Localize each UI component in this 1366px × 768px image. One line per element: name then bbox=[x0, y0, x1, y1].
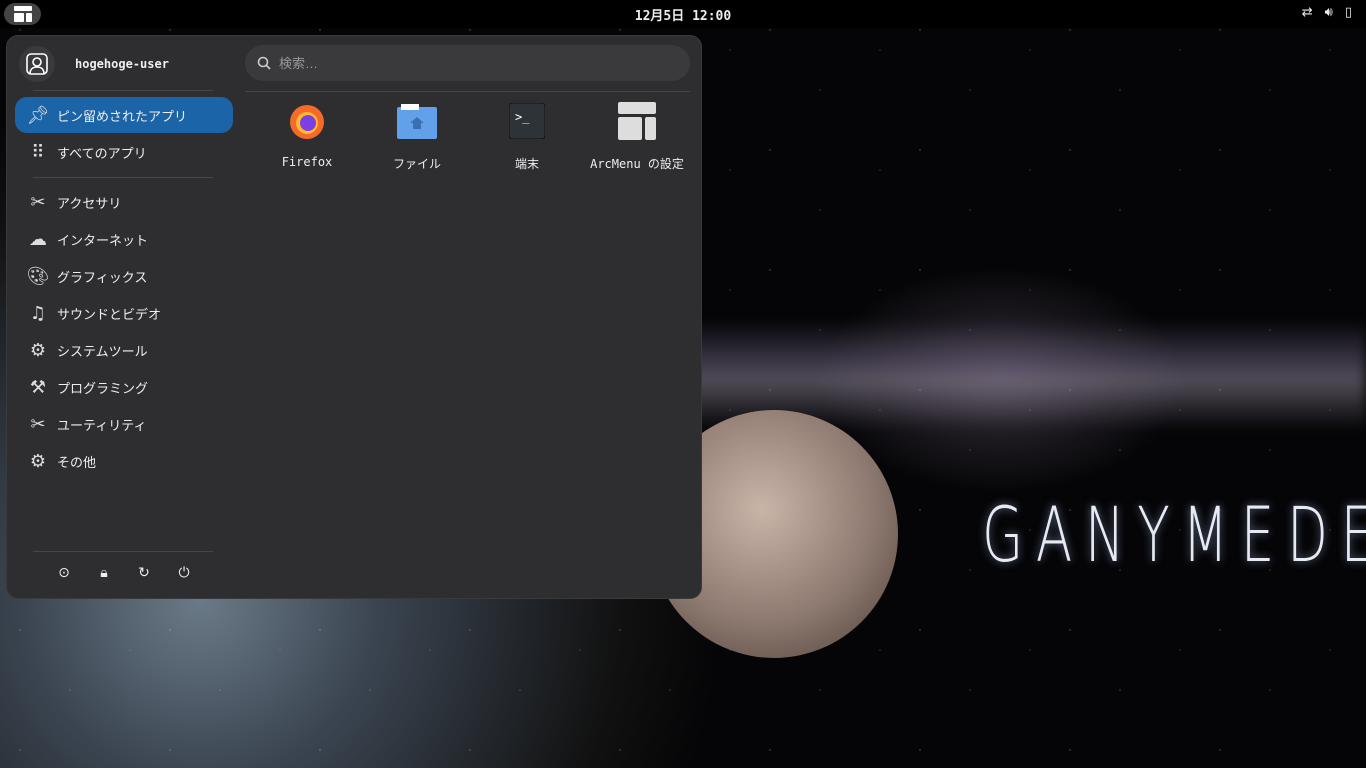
category-internet[interactable]: ☁ インターネット bbox=[15, 221, 233, 257]
user-icon bbox=[26, 53, 48, 75]
power-icon[interactable]: ⏻ bbox=[175, 564, 193, 582]
restart-icon[interactable]: ↻ bbox=[135, 564, 153, 582]
category-pinned[interactable]: 📌︎ ピン留めされたアプリ bbox=[15, 97, 233, 133]
lock-icon[interactable]: 🔒︎ bbox=[95, 564, 113, 582]
app-label: ファイル bbox=[392, 157, 441, 171]
category-label: アクセサリ bbox=[57, 196, 122, 212]
accessories-icon: ✂ bbox=[30, 191, 46, 213]
category-label: ユーティリティ bbox=[57, 418, 147, 434]
category-label: インターネット bbox=[57, 233, 149, 249]
app-terminal[interactable]: >_ 端末 bbox=[472, 101, 582, 172]
category-label: その他 bbox=[57, 455, 97, 471]
arc-menu: hogehoge-user 📌︎ ピン留めされたアプリ ⠿ すべてのアプリ ✂ アクセ… bbox=[6, 35, 702, 599]
folder-icon bbox=[397, 101, 437, 141]
multimedia-icon: ♫ bbox=[29, 302, 47, 324]
hammer-icon: ⚒ bbox=[29, 376, 47, 398]
avatar bbox=[19, 46, 55, 82]
clock[interactable]: 12月5日 12:00 bbox=[0, 5, 1366, 24]
system-tray[interactable]: ⇄ 🔊︎ ▯ bbox=[1302, 5, 1352, 20]
category-system-tools[interactable]: ⚙ システムツール bbox=[15, 332, 233, 368]
category-label: システムツール bbox=[57, 344, 148, 360]
other-icon: ⚙ bbox=[29, 450, 47, 472]
session-actions: ⊙ 🔒︎ ↻ ⏻ bbox=[55, 564, 193, 582]
category-graphics[interactable]: 🎨︎ グラフィックス bbox=[15, 258, 233, 294]
category-programming[interactable]: ⚒ プログラミング bbox=[15, 369, 233, 405]
pinned-apps: Firefox ファイル >_ 端末 ArcMenu の設定 bbox=[252, 101, 692, 172]
divider bbox=[245, 91, 690, 92]
wallpaper-title: GANYMEDE bbox=[982, 490, 1366, 579]
app-arcmenu-settings[interactable]: ArcMenu の設定 bbox=[582, 101, 692, 172]
app-files[interactable]: ファイル bbox=[362, 101, 472, 172]
category-all-apps[interactable]: ⠿ すべてのアプリ bbox=[15, 134, 233, 170]
volume-icon: 🔊︎ bbox=[1324, 5, 1333, 20]
category-label: すべてのアプリ bbox=[57, 146, 147, 162]
firefox-icon bbox=[287, 101, 327, 141]
app-label: 端末 bbox=[514, 157, 539, 171]
category-label: プログラミング bbox=[57, 381, 149, 397]
app-firefox[interactable]: Firefox bbox=[252, 101, 362, 172]
grid-icon: ⠿ bbox=[31, 141, 45, 163]
category-accessories[interactable]: ✂ アクセサリ bbox=[15, 184, 233, 220]
category-label: サウンドとビデオ bbox=[57, 307, 162, 323]
terminal-icon: >_ bbox=[507, 101, 547, 141]
category-sound-video[interactable]: ♫ サウンドとビデオ bbox=[15, 295, 233, 331]
username: hogehoge-user bbox=[75, 57, 169, 71]
search-input[interactable] bbox=[279, 55, 659, 71]
divider bbox=[33, 90, 213, 91]
app-label: Firefox bbox=[281, 155, 333, 169]
cloud-icon: ☁ bbox=[29, 228, 47, 250]
category-other[interactable]: ⚙ その他 bbox=[15, 443, 233, 479]
category-label: ピン留めされたアプリ bbox=[57, 109, 188, 125]
gear-icon: ⚙ bbox=[29, 339, 47, 361]
network-icon: ⇄ bbox=[1301, 5, 1313, 20]
category-label: グラフィックス bbox=[57, 270, 148, 286]
logout-icon[interactable]: ⊙ bbox=[55, 564, 73, 582]
divider bbox=[33, 551, 213, 552]
search-field[interactable] bbox=[245, 45, 690, 81]
divider bbox=[33, 177, 213, 178]
arcmenu-icon bbox=[617, 101, 657, 141]
category-utilities[interactable]: ✂ ユーティリティ bbox=[15, 406, 233, 442]
pin-icon: 📌︎ bbox=[26, 104, 50, 126]
app-label: ArcMenu の設定 bbox=[590, 157, 684, 171]
svg-text:>_: >_ bbox=[515, 110, 530, 124]
battery-icon: ▯ bbox=[1344, 5, 1352, 20]
search-icon bbox=[257, 56, 271, 70]
user-button[interactable]: hogehoge-user bbox=[19, 46, 169, 82]
palette-icon: 🎨︎ bbox=[26, 265, 50, 287]
top-bar: 12月5日 12:00 ⇄ 🔊︎ ▯ bbox=[0, 0, 1366, 28]
utilities-icon: ✂ bbox=[30, 413, 46, 435]
